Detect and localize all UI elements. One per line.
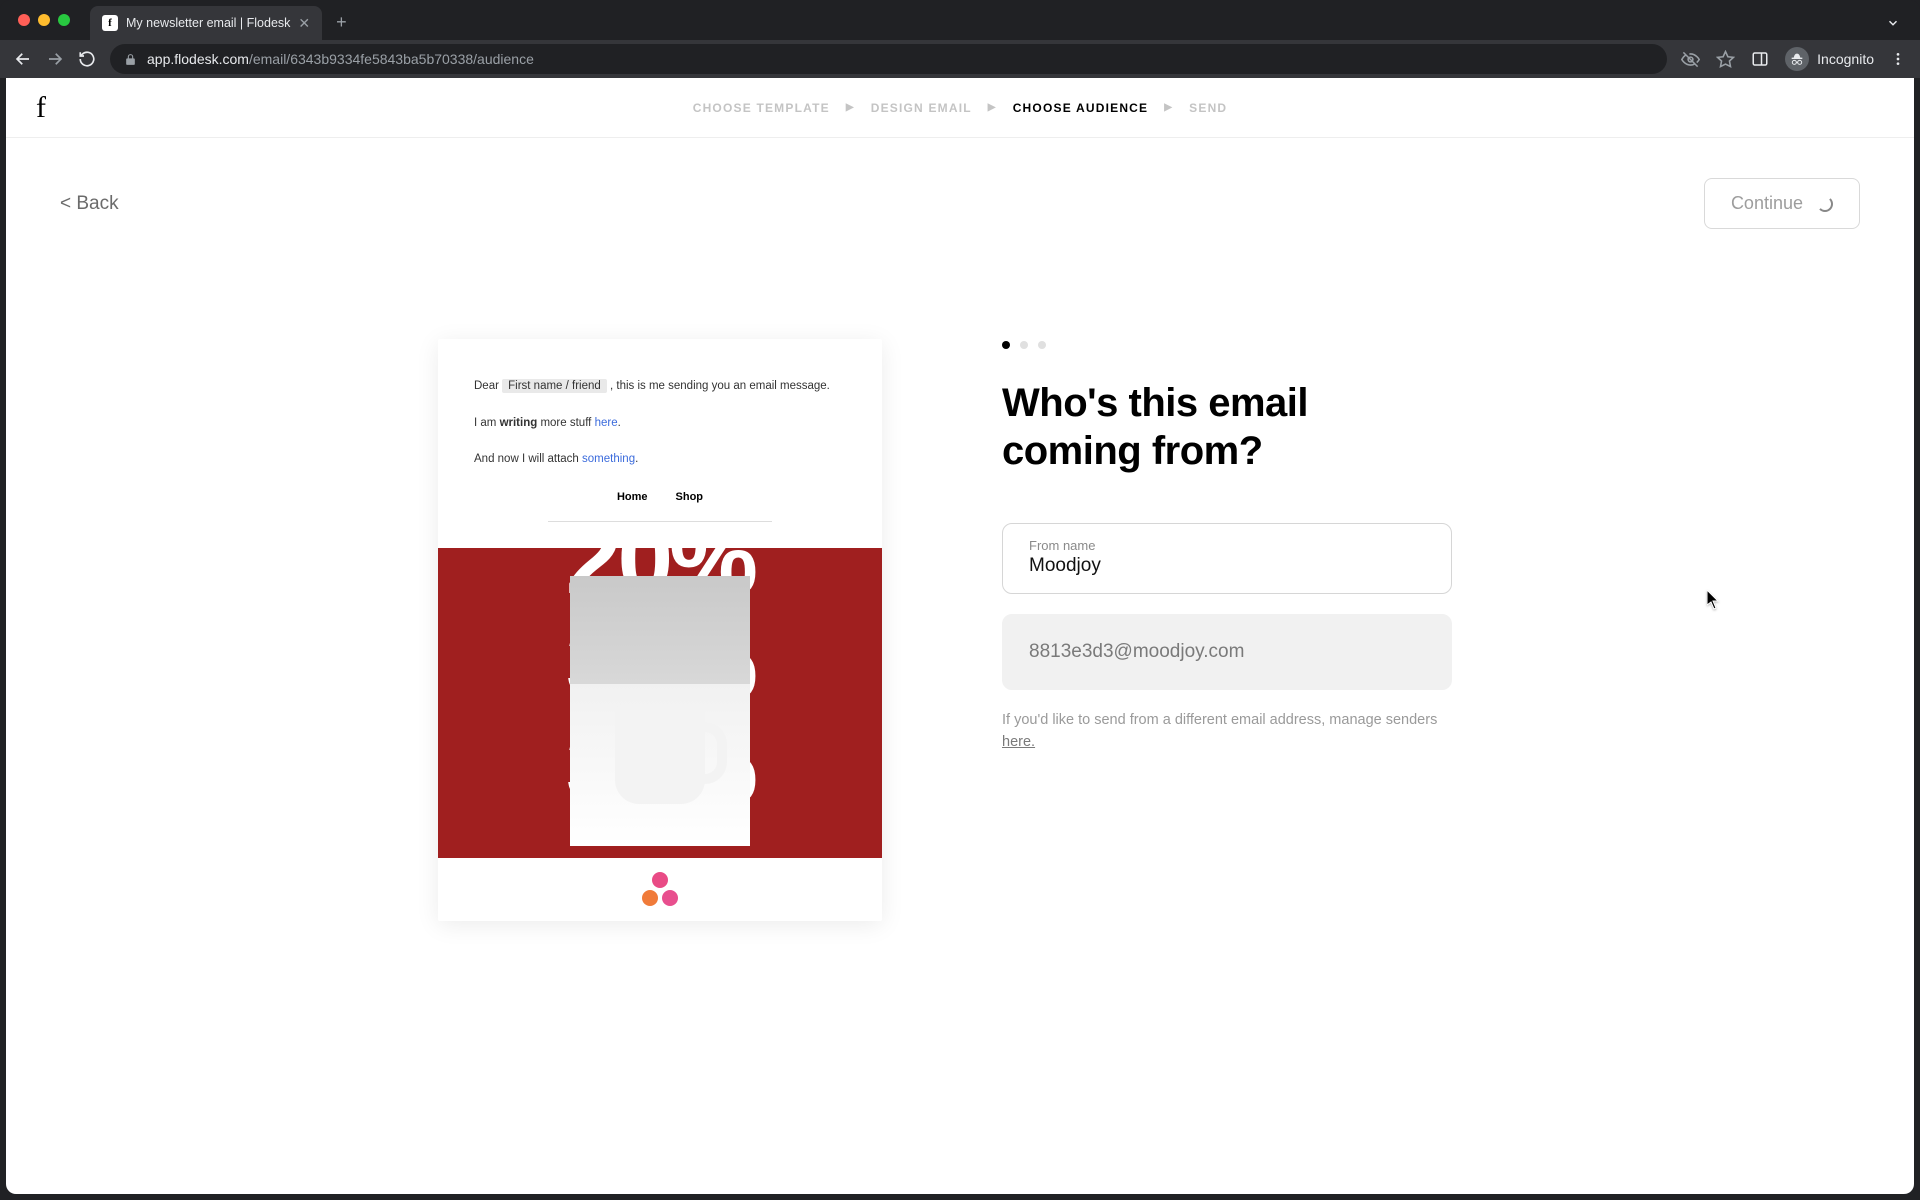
continue-button[interactable]: Continue <box>1704 178 1860 229</box>
continue-label: Continue <box>1731 193 1803 214</box>
app-header: f CHOOSE TEMPLATE ▶ DESIGN EMAIL ▶ CHOOS… <box>6 78 1914 138</box>
manage-senders-link[interactable]: here. <box>1002 734 1035 750</box>
url-text: app.flodesk.com/email/6343b9334fe5843ba5… <box>147 51 534 67</box>
incognito-badge[interactable]: Incognito <box>1785 47 1874 71</box>
window-controls <box>18 14 70 26</box>
crumb-design-email[interactable]: DESIGN EMAIL <box>871 101 972 115</box>
incognito-icon <box>1785 47 1809 71</box>
tab-close-icon[interactable]: ✕ <box>298 15 310 32</box>
kebab-menu-icon[interactable] <box>1890 51 1906 67</box>
tabs-dropdown-icon[interactable] <box>1886 16 1900 30</box>
step-dot-3 <box>1038 341 1046 349</box>
from-name-label: From name <box>1029 538 1425 553</box>
step-indicator <box>1002 341 1452 349</box>
helper-text: If you'd like to send from a different e… <box>1002 710 1452 754</box>
from-name-input[interactable] <box>1029 555 1425 577</box>
tab-strip: f My newsletter email | Flodesk ✕ + <box>0 0 1920 40</box>
browser-chrome: f My newsletter email | Flodesk ✕ + app.… <box>0 0 1920 78</box>
preview-divider <box>548 521 771 522</box>
chevron-right-icon: ▶ <box>1164 102 1173 113</box>
step-dot-1 <box>1002 341 1010 349</box>
crumb-send[interactable]: SEND <box>1189 101 1227 115</box>
flodesk-logo[interactable]: f <box>36 91 46 125</box>
form-title: Who's this email coming from? <box>1002 379 1452 475</box>
preview-brand-dots-icon <box>642 872 678 906</box>
app-viewport: f CHOOSE TEMPLATE ▶ DESIGN EMAIL ▶ CHOOS… <box>6 78 1914 1194</box>
preview-hero-image: 20% 30% 30% <box>438 548 882 858</box>
from-email-field: 8813e3d3@moodjoy.com <box>1002 614 1452 690</box>
loading-spinner-icon <box>1817 196 1833 212</box>
address-bar[interactable]: app.flodesk.com/email/6343b9334fe5843ba5… <box>110 44 1667 74</box>
nav-back-icon[interactable] <box>14 50 32 68</box>
preview-greeting: Dear First name / friend , this is me se… <box>474 379 846 393</box>
content-row: Dear First name / friend , this is me se… <box>60 339 1860 921</box>
page-body: < Back Continue Dear First name / friend… <box>6 138 1914 961</box>
mug-photo <box>570 576 750 846</box>
chevron-right-icon: ▶ <box>988 102 997 113</box>
tracking-off-icon[interactable] <box>1681 50 1700 69</box>
merge-tag-chip: First name / friend <box>502 379 607 393</box>
preview-line3: And now I will attach something. <box>474 453 846 465</box>
chevron-right-icon: ▶ <box>846 102 855 113</box>
nav-forward-icon <box>46 50 64 68</box>
email-preview-card: Dear First name / friend , this is me se… <box>438 339 882 921</box>
from-email-value: 8813e3d3@moodjoy.com <box>1029 641 1425 663</box>
form-column: Who's this email coming from? From name … <box>1002 339 1452 921</box>
from-name-field[interactable]: From name <box>1002 523 1452 594</box>
preview-nav-shop: Shop <box>676 491 704 503</box>
crumb-choose-template[interactable]: CHOOSE TEMPLATE <box>693 101 830 115</box>
window-minimize-icon[interactable] <box>38 14 50 26</box>
bookmark-star-icon[interactable] <box>1716 50 1735 69</box>
tab-favicon-icon: f <box>102 15 118 31</box>
preview-nav-home: Home <box>617 491 648 503</box>
browser-tab[interactable]: f My newsletter email | Flodesk ✕ <box>90 6 322 40</box>
breadcrumb: CHOOSE TEMPLATE ▶ DESIGN EMAIL ▶ CHOOSE … <box>693 101 1228 115</box>
new-tab-button[interactable]: + <box>336 12 347 33</box>
side-panel-icon[interactable] <box>1751 50 1769 68</box>
page-top-bar: < Back Continue <box>60 178 1860 229</box>
window-close-icon[interactable] <box>18 14 30 26</box>
preview-line2: I am writing more stuff here. <box>474 417 846 429</box>
tab-title: My newsletter email | Flodesk <box>126 16 290 30</box>
step-dot-2 <box>1020 341 1028 349</box>
back-link[interactable]: < Back <box>60 193 119 215</box>
preview-nav: Home Shop <box>474 491 846 503</box>
lock-icon <box>124 53 137 66</box>
browser-toolbar: app.flodesk.com/email/6343b9334fe5843ba5… <box>0 40 1920 78</box>
crumb-choose-audience[interactable]: CHOOSE AUDIENCE <box>1013 101 1149 115</box>
nav-reload-icon[interactable] <box>78 50 96 68</box>
toolbar-right: Incognito <box>1681 47 1906 71</box>
window-maximize-icon[interactable] <box>58 14 70 26</box>
